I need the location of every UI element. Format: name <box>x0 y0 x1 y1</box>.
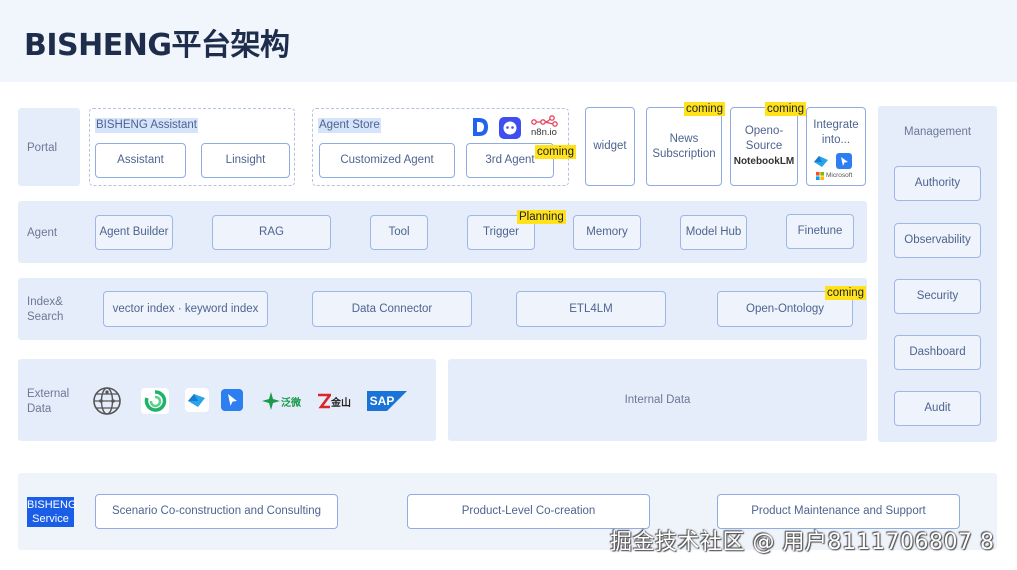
planning-tag-trigger: Planning <box>517 210 566 224</box>
scenario-co-construction-box[interactable]: Scenario Co-construction and Consulting <box>95 494 338 529</box>
openo-line1: Openo- <box>744 125 784 137</box>
audit-box[interactable]: Audit <box>894 391 981 426</box>
management-title: Management <box>904 126 972 138</box>
authority-box[interactable]: Authority <box>894 166 981 201</box>
page-title: BISHENG平台架构 <box>24 28 290 63</box>
external-label-line2: Data <box>27 403 52 415</box>
integrate-line2: into... <box>821 134 851 146</box>
feishu-app-icon <box>835 152 853 170</box>
sap-logo-icon: SAP <box>367 391 407 411</box>
feishu-logo-icon <box>220 388 244 412</box>
external-row-label: External Data <box>27 387 69 417</box>
service-label-line2: Service <box>32 513 69 525</box>
observability-box[interactable]: Observability <box>894 223 981 258</box>
agent-store-label: Agent Store <box>318 118 381 133</box>
customized-agent-box[interactable]: Customized Agent <box>319 143 455 178</box>
service-row-label: BISHENG Service <box>27 497 77 527</box>
coming-tag-ontology: coming <box>825 286 867 300</box>
index-label-line2: Search <box>27 311 64 323</box>
tool-box[interactable]: Tool <box>370 215 428 250</box>
assistant-box[interactable]: Assistant <box>95 143 186 178</box>
dify-logo-icon <box>470 116 490 138</box>
bot-logo-icon <box>498 116 522 140</box>
news-subscription-box[interactable]: News Subscription <box>646 107 722 186</box>
linsight-box[interactable]: Linsight <box>201 143 290 178</box>
kingsoft-label: 金山 <box>331 397 351 409</box>
agent-row-label: Agent <box>27 227 58 239</box>
internal-data-band: Internal Data <box>448 359 867 441</box>
widget-box[interactable]: widget <box>585 107 635 186</box>
coming-tag-openo: coming <box>765 102 807 116</box>
vector-keyword-index-box[interactable]: vector index · keyword index <box>103 291 268 327</box>
security-box[interactable]: Security <box>894 279 981 314</box>
rag-box[interactable]: RAG <box>212 215 331 250</box>
microsoft-label: Microsoft <box>826 172 853 179</box>
teams-logo-icon <box>184 387 210 413</box>
integrate-line1: Integrate <box>813 119 859 131</box>
dashboard-box[interactable]: Dashboard <box>894 335 981 370</box>
coming-tag-news: coming <box>684 102 726 116</box>
watermark: 掘金技术社区 @ 用户8111706807 8 <box>610 530 995 555</box>
openo-source-box[interactable]: Openo- Source NotebookLM <box>730 107 798 186</box>
n8n-logo-icon <box>530 113 560 127</box>
fanwei-label: 泛微 <box>281 397 301 409</box>
sap-label: SAP <box>369 394 395 408</box>
memory-box[interactable]: Memory <box>573 215 641 250</box>
data-connector-box[interactable]: Data Connector <box>312 291 472 327</box>
agent-builder-box[interactable]: Agent Builder <box>95 215 173 250</box>
service-label-line1: BISHENG <box>27 499 77 511</box>
etl4lm-box[interactable]: ETL4LM <box>516 291 666 327</box>
teams-app-icon <box>812 153 830 169</box>
finetune-box[interactable]: Finetune <box>786 214 854 249</box>
internal-data-label: Internal Data <box>624 394 691 406</box>
news-line1: News <box>669 132 699 145</box>
coming-tag-3rd-agent: coming <box>535 145 577 159</box>
openo-line3: NotebookLM <box>733 156 795 167</box>
microsoft-logo-icon <box>816 172 824 180</box>
globe-network-icon <box>91 385 123 417</box>
openo-line2: Source <box>745 140 783 152</box>
assistant-group-label: BISHENG Assistant <box>95 118 198 133</box>
model-hub-box[interactable]: Model Hub <box>680 215 747 250</box>
fanwei-logo-icon: 泛微 <box>260 390 302 412</box>
external-label-line1: External <box>27 388 70 400</box>
green-app-logo-icon <box>140 387 170 415</box>
portal-row-label: Portal <box>27 142 58 154</box>
kingsoft-logo-icon: 金山 <box>316 390 352 412</box>
index-row-label: Index& Search <box>27 295 63 325</box>
news-line2: Subscription <box>652 147 716 160</box>
index-label-line1: Index& <box>27 296 63 308</box>
n8n-label: n8n.io <box>531 127 557 138</box>
